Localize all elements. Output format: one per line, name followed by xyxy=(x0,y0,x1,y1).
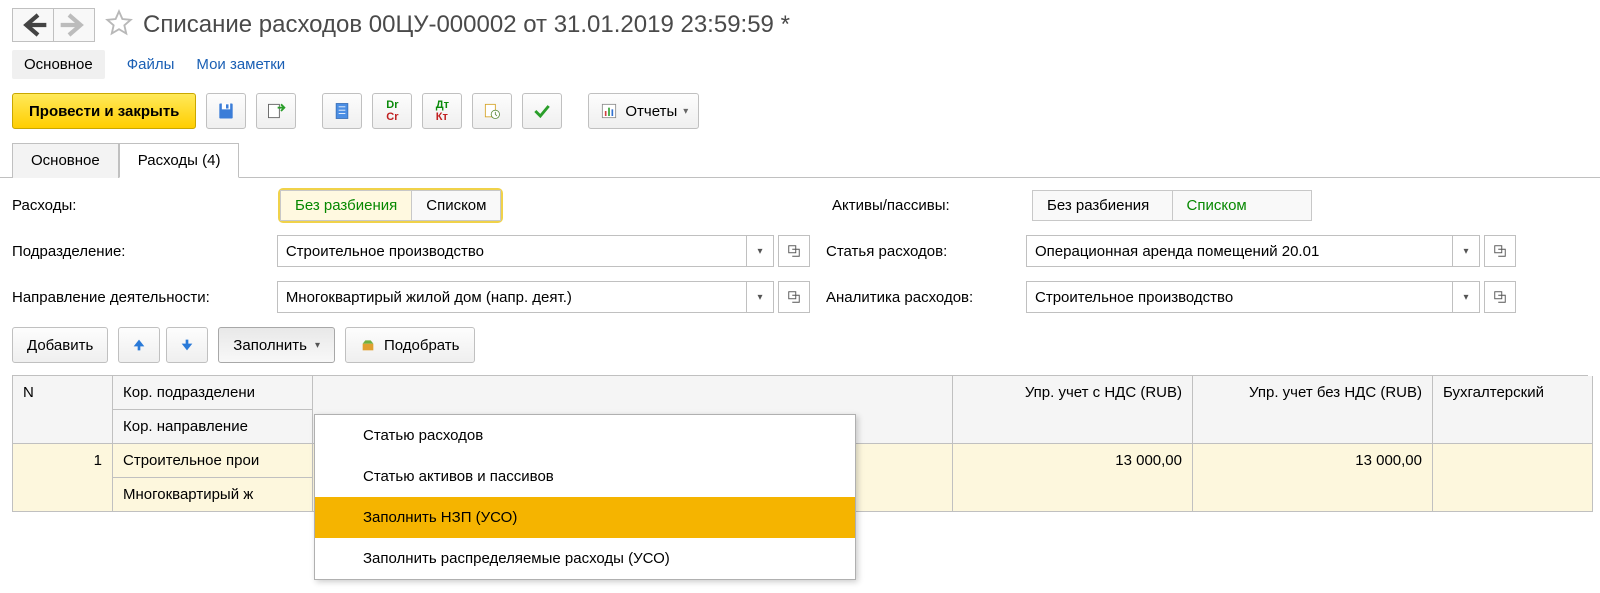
menu-fill-dist[interactable]: Заполнить распределяемые расходы (УСО) xyxy=(315,538,855,579)
fill-dropdown-menu: Статью расходов Статью активов и пассиво… xyxy=(314,414,856,580)
expense-item-dropdown[interactable]: ▾ xyxy=(1453,235,1480,267)
department-field[interactable]: Строительное производство xyxy=(277,235,747,267)
seg-assets-list[interactable]: Списком xyxy=(1173,190,1313,221)
nav-back-button[interactable] xyxy=(12,8,54,42)
nav-forward-button[interactable] xyxy=(54,8,95,42)
activity-field[interactable]: Многоквартирый жилой дом (напр. деят.) xyxy=(277,281,747,313)
expense-item-open[interactable] xyxy=(1484,235,1516,267)
department-dropdown[interactable]: ▾ xyxy=(747,235,774,267)
section-notes[interactable]: Мои заметки xyxy=(196,56,285,73)
cell-upr-novat[interactable]: 13 000,00 xyxy=(1193,444,1433,512)
post-button[interactable] xyxy=(256,93,296,129)
seg-assets-no-split[interactable]: Без разбиения xyxy=(1032,190,1173,221)
label-expenses: Расходы: xyxy=(12,197,264,214)
cell-accounting[interactable] xyxy=(1433,444,1593,512)
col-corr-dir: Кор. направление xyxy=(113,410,313,444)
label-department: Подразделение: xyxy=(12,243,261,260)
add-label: Добавить xyxy=(27,337,93,354)
label-assets: Активы/пассивы: xyxy=(832,197,1016,214)
seg-list[interactable]: Списком xyxy=(412,190,501,221)
menu-expense-item[interactable]: Статью расходов xyxy=(315,415,855,456)
col-upr-vat: Упр. учет с НДС (RUB) xyxy=(953,376,1193,444)
section-main[interactable]: Основное xyxy=(12,50,105,79)
tab-expenses[interactable]: Расходы (4) xyxy=(119,143,240,178)
seg-no-split[interactable]: Без разбиения xyxy=(280,190,412,221)
pick-button[interactable]: Подобрать xyxy=(345,327,475,363)
fill-button[interactable]: Заполнить ▾ xyxy=(218,327,335,363)
col-accounting: Бухгалтерский xyxy=(1433,376,1593,444)
fill-label: Заполнить xyxy=(233,337,307,354)
activity-open[interactable] xyxy=(778,281,810,313)
assets-mode-toggle[interactable]: Без разбиения Списком xyxy=(1032,190,1312,221)
label-expense-item: Статья расходов: xyxy=(826,243,1010,260)
analytics-field[interactable]: Строительное производство xyxy=(1026,281,1453,313)
label-analytics: Аналитика расходов: xyxy=(826,289,1010,306)
dt-kt-button[interactable]: ДтКт xyxy=(422,93,462,129)
move-up-button[interactable] xyxy=(118,327,160,363)
favorite-star-icon[interactable] xyxy=(105,9,133,41)
approve-button[interactable] xyxy=(522,93,562,129)
analytics-dropdown[interactable]: ▾ xyxy=(1453,281,1480,313)
analytics-open[interactable] xyxy=(1484,281,1516,313)
menu-fill-wip[interactable]: Заполнить НЗП (УСО) xyxy=(315,497,855,538)
col-upr-novat: Упр. учет без НДС (RUB) xyxy=(1193,376,1433,444)
col-corr-dept: Кор. подразделени xyxy=(113,376,313,410)
reports-button[interactable]: Отчеты ▾ xyxy=(588,93,699,129)
dropdown-caret-icon: ▾ xyxy=(683,106,688,117)
dropdown-caret-icon: ▾ xyxy=(315,340,320,351)
col-n: N xyxy=(13,376,113,444)
add-row-button[interactable]: Добавить xyxy=(12,327,108,363)
dr-cr-button[interactable]: DrCr xyxy=(372,93,412,129)
move-down-button[interactable] xyxy=(166,327,208,363)
tab-main[interactable]: Основное xyxy=(12,143,119,178)
activity-dropdown[interactable]: ▾ xyxy=(747,281,774,313)
structure-button[interactable] xyxy=(322,93,362,129)
save-button[interactable] xyxy=(206,93,246,129)
menu-assets-item[interactable]: Статью активов и пассивов xyxy=(315,456,855,497)
post-and-close-button[interactable]: Провести и закрыть xyxy=(12,93,196,129)
section-files[interactable]: Файлы xyxy=(127,56,175,73)
cell-dept[interactable]: Строительное прои xyxy=(113,444,313,478)
page-title: Списание расходов 00ЦУ-000002 от 31.01.2… xyxy=(143,11,790,39)
expense-item-field[interactable]: Операционная аренда помещений 20.01 xyxy=(1026,235,1453,267)
pick-label: Подобрать xyxy=(384,337,460,354)
linked-docs-button[interactable] xyxy=(472,93,512,129)
post-and-close-label: Провести и закрыть xyxy=(29,103,179,120)
label-activity: Направление деятельности: xyxy=(12,289,261,306)
department-open[interactable] xyxy=(778,235,810,267)
cell-num[interactable]: 1 xyxy=(13,444,113,512)
reports-label: Отчеты xyxy=(625,103,677,120)
expenses-mode-toggle[interactable]: Без разбиения Списком xyxy=(280,190,501,221)
cell-dir[interactable]: Многоквартирый ж xyxy=(113,478,313,512)
cell-upr-vat[interactable]: 13 000,00 xyxy=(953,444,1193,512)
